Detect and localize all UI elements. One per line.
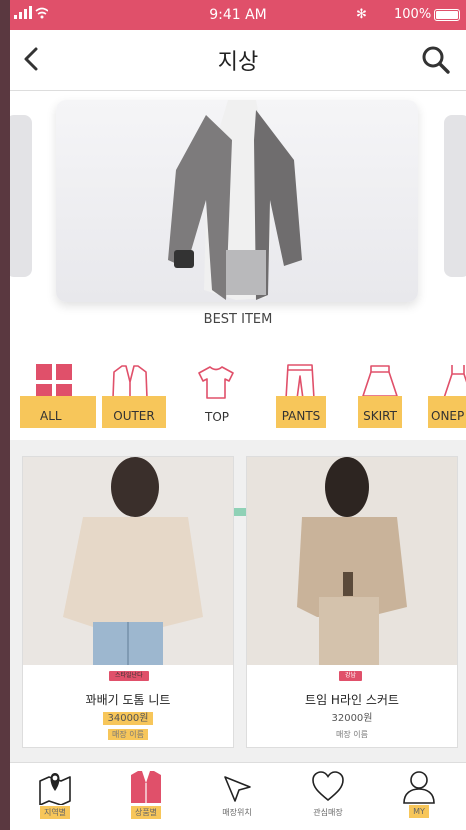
tab-region[interactable]: 지역별 [10, 763, 100, 830]
carousel-prev-card[interactable] [10, 115, 32, 277]
map-pin-icon [37, 769, 73, 806]
tab-label: 지역별 [10, 806, 100, 819]
product-photo [247, 457, 457, 665]
heart-icon [310, 769, 346, 805]
product-name: 꽈배기 도톰 니트 [85, 693, 171, 707]
tab-store-location[interactable]: 매장위치 [192, 763, 282, 830]
top-nav-bar: 지상 [10, 30, 466, 91]
category-label: OUTER [102, 396, 166, 428]
tab-label-text: MY [409, 805, 429, 818]
category-label: TOP [204, 410, 229, 424]
tab-label: MY [374, 805, 464, 818]
tab-products[interactable]: 상품별 [101, 763, 191, 830]
product-price: 34000원 [23, 709, 233, 725]
model-photo [168, 100, 302, 300]
bottom-tab-bar: 지역별 상품별 매장위치 관심매장 MY [10, 762, 466, 830]
store-badge: 스타일난다 [109, 671, 149, 681]
product-price: 32000원 [331, 713, 373, 724]
tab-label-text: 지역별 [39, 806, 71, 819]
tab-label: 상품별 [101, 806, 191, 819]
category-outer[interactable]: OUTER [96, 358, 174, 434]
category-top[interactable]: TOP [178, 358, 256, 434]
tab-my[interactable]: MY [374, 763, 464, 830]
category-onepiece[interactable]: ONEP [424, 358, 466, 434]
product-price-value: 34000원 [103, 712, 153, 725]
tab-label: 매장위치 [222, 808, 252, 817]
best-item-banner[interactable] [56, 100, 418, 302]
category-pants[interactable]: PANTS [262, 358, 340, 434]
bluetooth-icon: ✻ [356, 7, 367, 22]
carousel-next-card[interactable] [444, 115, 466, 277]
store-badge: 강남 [339, 671, 363, 681]
product-card[interactable]: 강남 트임 H라인 스커트 32000원 매장 이름 [246, 456, 458, 748]
category-label: SKIRT [358, 396, 402, 428]
category-skirt[interactable]: SKIRT [344, 358, 422, 434]
location-arrow-icon [219, 769, 255, 805]
battery-icon [434, 9, 460, 21]
category-label: PANTS [276, 396, 326, 428]
store-name: 매장 이름 [23, 729, 233, 740]
store-name-value: 매장 이름 [108, 729, 148, 740]
tab-label: 관심매장 [313, 808, 343, 817]
product-card[interactable]: 스타일난다 꽈배기 도톰 니트 34000원 매장 이름 [22, 456, 234, 748]
category-label: ONEP [428, 396, 466, 428]
page-title: 지상 [217, 50, 259, 75]
product-photo [23, 457, 233, 665]
battery-percent: 100% [394, 7, 432, 22]
divider-mark [232, 508, 246, 516]
tshirt-icon [196, 362, 236, 402]
status-bar: 9:41 AM ✻ 100% [10, 0, 466, 30]
category-label: ALL [20, 396, 96, 428]
banner-caption: BEST ITEM [203, 312, 273, 327]
category-all[interactable]: ALL [20, 358, 98, 434]
app-screen: 9:41 AM ✻ 100% 지상 BEST ITEM ALL OUTER TO… [10, 0, 466, 830]
tab-favorite-stores[interactable]: 관심매장 [283, 763, 373, 830]
tab-label-text: 상품별 [130, 806, 162, 819]
store-name: 매장 이름 [336, 730, 368, 739]
clothing-icon [128, 769, 164, 805]
search-icon[interactable] [420, 44, 452, 76]
product-name: 트임 H라인 스커트 [305, 693, 399, 707]
user-icon [401, 769, 437, 805]
